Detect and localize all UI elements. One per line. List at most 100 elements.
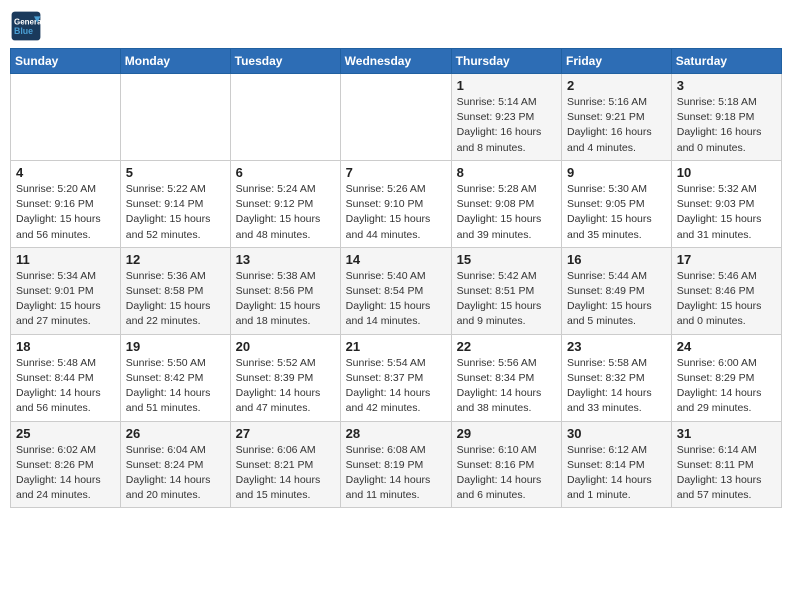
day-info: Sunrise: 6:14 AM Sunset: 8:11 PM Dayligh… [677, 443, 776, 504]
day-info: Sunrise: 6:00 AM Sunset: 8:29 PM Dayligh… [677, 356, 776, 417]
day-number: 25 [16, 426, 115, 441]
day-info: Sunrise: 6:12 AM Sunset: 8:14 PM Dayligh… [567, 443, 666, 504]
day-number: 3 [677, 78, 776, 93]
day-number: 2 [567, 78, 666, 93]
day-number: 18 [16, 339, 115, 354]
calendar-table: SundayMondayTuesdayWednesdayThursdayFrid… [10, 48, 782, 508]
day-info: Sunrise: 5:26 AM Sunset: 9:10 PM Dayligh… [346, 182, 446, 243]
day-info: Sunrise: 5:24 AM Sunset: 9:12 PM Dayligh… [236, 182, 335, 243]
calendar-cell: 6 Sunrise: 5:24 AM Sunset: 9:12 PM Daylig… [230, 160, 340, 247]
calendar-cell: 17 Sunrise: 5:46 AM Sunset: 8:46 PM Dayli… [671, 247, 781, 334]
day-info: Sunrise: 5:34 AM Sunset: 9:01 PM Dayligh… [16, 269, 115, 330]
calendar-cell: 18Sunrise: 5:48 AM Sunset: 8:44 PM Dayli… [11, 334, 121, 421]
logo: General Blue [10, 10, 46, 42]
day-info: Sunrise: 5:28 AM Sunset: 9:08 PM Dayligh… [457, 182, 556, 243]
calendar-cell: 29 Sunrise: 6:10 AM Sunset: 8:16 PM Dayli… [451, 421, 561, 508]
day-info: Sunrise: 6:06 AM Sunset: 8:21 PM Dayligh… [236, 443, 335, 504]
calendar-cell: 26 Sunrise: 6:04 AM Sunset: 8:24 PM Dayli… [120, 421, 230, 508]
svg-text:Blue: Blue [14, 26, 33, 36]
calendar-day-header: Saturday [671, 49, 781, 74]
calendar-day-header: Wednesday [340, 49, 451, 74]
day-info: Sunrise: 5:58 AM Sunset: 8:32 PM Dayligh… [567, 356, 666, 417]
calendar-day-header: Sunday [11, 49, 121, 74]
day-number: 13 [236, 252, 335, 267]
calendar-cell: 21 Sunrise: 5:54 AM Sunset: 8:37 PM Dayli… [340, 334, 451, 421]
day-number: 26 [126, 426, 225, 441]
day-number: 24 [677, 339, 776, 354]
calendar-cell: 14Sunrise: 5:40 AM Sunset: 8:54 PM Dayli… [340, 247, 451, 334]
calendar-cell: 16 Sunrise: 5:44 AM Sunset: 8:49 PM Dayli… [562, 247, 672, 334]
calendar-cell: 31 Sunrise: 6:14 AM Sunset: 8:11 PM Dayli… [671, 421, 781, 508]
day-number: 22 [457, 339, 556, 354]
calendar-cell [230, 74, 340, 161]
calendar-cell: 27 Sunrise: 6:06 AM Sunset: 8:21 PM Dayli… [230, 421, 340, 508]
day-number: 23 [567, 339, 666, 354]
calendar-cell: 12Sunrise: 5:36 AM Sunset: 8:58 PM Dayli… [120, 247, 230, 334]
day-number: 28 [346, 426, 446, 441]
day-number: 31 [677, 426, 776, 441]
day-info: Sunrise: 5:44 AM Sunset: 8:49 PM Dayligh… [567, 269, 666, 330]
day-info: Sunrise: 5:14 AM Sunset: 9:23 PM Dayligh… [457, 95, 556, 156]
day-number: 10 [677, 165, 776, 180]
calendar-day-header: Tuesday [230, 49, 340, 74]
day-info: Sunrise: 5:38 AM Sunset: 8:56 PM Dayligh… [236, 269, 335, 330]
day-info: Sunrise: 5:22 AM Sunset: 9:14 PM Dayligh… [126, 182, 225, 243]
day-info: Sunrise: 5:46 AM Sunset: 8:46 PM Dayligh… [677, 269, 776, 330]
calendar-day-header: Friday [562, 49, 672, 74]
day-info: Sunrise: 5:52 AM Sunset: 8:39 PM Dayligh… [236, 356, 335, 417]
day-info: Sunrise: 5:30 AM Sunset: 9:05 PM Dayligh… [567, 182, 666, 243]
day-info: Sunrise: 5:50 AM Sunset: 8:42 PM Dayligh… [126, 356, 225, 417]
day-number: 9 [567, 165, 666, 180]
calendar-cell: 25 Sunrise: 6:02 AM Sunset: 8:26 PM Dayli… [11, 421, 121, 508]
day-info: Sunrise: 5:20 AM Sunset: 9:16 PM Dayligh… [16, 182, 115, 243]
day-number: 17 [677, 252, 776, 267]
calendar-cell: 11 Sunrise: 5:34 AM Sunset: 9:01 PM Dayli… [11, 247, 121, 334]
day-number: 4 [16, 165, 115, 180]
day-info: Sunrise: 6:02 AM Sunset: 8:26 PM Dayligh… [16, 443, 115, 504]
calendar-week-row: 18Sunrise: 5:48 AM Sunset: 8:44 PM Dayli… [11, 334, 782, 421]
day-info: Sunrise: 6:10 AM Sunset: 8:16 PM Dayligh… [457, 443, 556, 504]
day-info: Sunrise: 5:16 AM Sunset: 9:21 PM Dayligh… [567, 95, 666, 156]
calendar-cell: 2 Sunrise: 5:16 AM Sunset: 9:21 PM Daylig… [562, 74, 672, 161]
day-number: 20 [236, 339, 335, 354]
calendar-cell: 3 Sunrise: 5:18 AM Sunset: 9:18 PM Daylig… [671, 74, 781, 161]
calendar-week-row: 4 Sunrise: 5:20 AM Sunset: 9:16 PM Daylig… [11, 160, 782, 247]
day-number: 8 [457, 165, 556, 180]
calendar-cell: 22Sunrise: 5:56 AM Sunset: 8:34 PM Dayli… [451, 334, 561, 421]
day-number: 7 [346, 165, 446, 180]
calendar-cell [340, 74, 451, 161]
day-info: Sunrise: 5:18 AM Sunset: 9:18 PM Dayligh… [677, 95, 776, 156]
day-info: Sunrise: 6:04 AM Sunset: 8:24 PM Dayligh… [126, 443, 225, 504]
day-info: Sunrise: 6:08 AM Sunset: 8:19 PM Dayligh… [346, 443, 446, 504]
day-number: 1 [457, 78, 556, 93]
day-number: 29 [457, 426, 556, 441]
calendar-cell: 23 Sunrise: 5:58 AM Sunset: 8:32 PM Dayli… [562, 334, 672, 421]
day-number: 16 [567, 252, 666, 267]
day-number: 15 [457, 252, 556, 267]
day-info: Sunrise: 5:32 AM Sunset: 9:03 PM Dayligh… [677, 182, 776, 243]
calendar-cell: 28 Sunrise: 6:08 AM Sunset: 8:19 PM Dayli… [340, 421, 451, 508]
calendar-cell: 1 Sunrise: 5:14 AM Sunset: 9:23 PM Daylig… [451, 74, 561, 161]
day-info: Sunrise: 5:42 AM Sunset: 8:51 PM Dayligh… [457, 269, 556, 330]
calendar-cell: 13 Sunrise: 5:38 AM Sunset: 8:56 PM Dayli… [230, 247, 340, 334]
day-info: Sunrise: 5:54 AM Sunset: 8:37 PM Dayligh… [346, 356, 446, 417]
calendar-cell: 20 Sunrise: 5:52 AM Sunset: 8:39 PM Dayli… [230, 334, 340, 421]
calendar-week-row: 1 Sunrise: 5:14 AM Sunset: 9:23 PM Daylig… [11, 74, 782, 161]
calendar-cell: 15 Sunrise: 5:42 AM Sunset: 8:51 PM Dayli… [451, 247, 561, 334]
day-number: 27 [236, 426, 335, 441]
page-header: General Blue [10, 10, 782, 42]
day-number: 30 [567, 426, 666, 441]
day-number: 5 [126, 165, 225, 180]
day-number: 21 [346, 339, 446, 354]
day-number: 6 [236, 165, 335, 180]
day-number: 11 [16, 252, 115, 267]
calendar-week-row: 25 Sunrise: 6:02 AM Sunset: 8:26 PM Dayli… [11, 421, 782, 508]
calendar-day-header: Monday [120, 49, 230, 74]
calendar-header-row: SundayMondayTuesdayWednesdayThursdayFrid… [11, 49, 782, 74]
calendar-cell: 7 Sunrise: 5:26 AM Sunset: 9:10 PM Daylig… [340, 160, 451, 247]
calendar-cell: 30 Sunrise: 6:12 AM Sunset: 8:14 PM Dayli… [562, 421, 672, 508]
logo-icon: General Blue [10, 10, 42, 42]
calendar-cell [120, 74, 230, 161]
calendar-cell: 8 Sunrise: 5:28 AM Sunset: 9:08 PM Daylig… [451, 160, 561, 247]
day-info: Sunrise: 5:36 AM Sunset: 8:58 PM Dayligh… [126, 269, 225, 330]
